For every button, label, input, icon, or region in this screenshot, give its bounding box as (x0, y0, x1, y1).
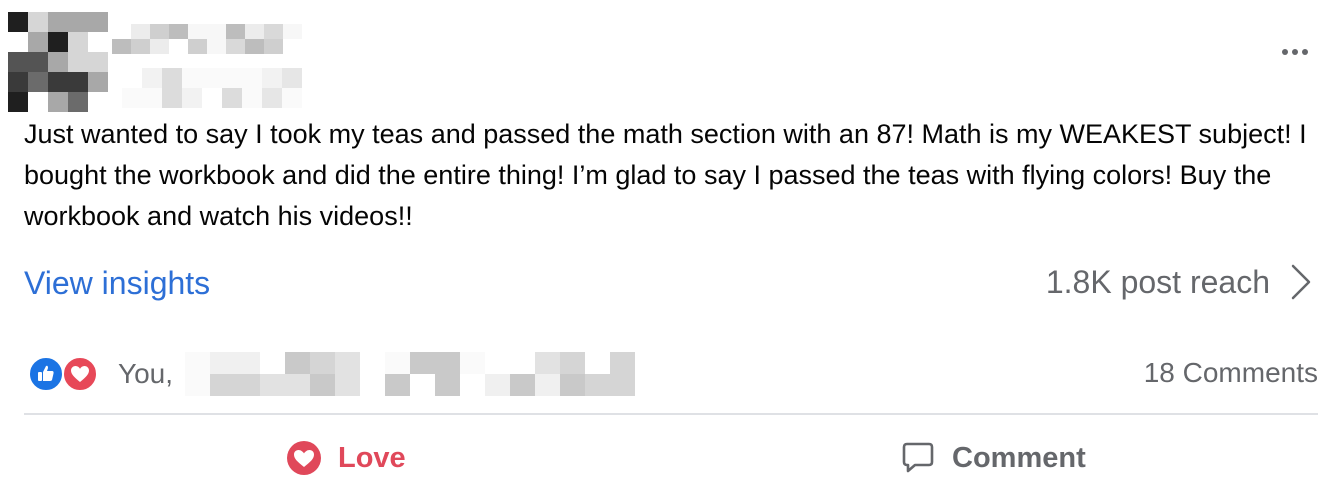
post-reach-button[interactable]: 1.8K post reach (1046, 262, 1312, 302)
love-icon (62, 356, 98, 392)
more-horizontal-icon (1282, 49, 1288, 55)
comment-bubble-icon (900, 440, 936, 476)
post-reach-label: 1.8K post reach (1045, 263, 1270, 300)
love-button-label: Love (338, 441, 406, 474)
reaction-icons (28, 354, 104, 394)
reaction-names-prefix: You, (118, 358, 174, 389)
view-insights-link[interactable]: View insights (24, 265, 210, 302)
comment-button-label: Comment (952, 441, 1086, 474)
post-text: Just wanted to say I took my teas and pa… (24, 119, 1307, 231)
divider (24, 413, 1318, 415)
comment-button[interactable]: Comment (900, 430, 1086, 486)
chevron-right-icon (1291, 264, 1311, 300)
like-icon (28, 356, 64, 392)
post-meta-blurred (122, 68, 302, 108)
author-avatar[interactable] (8, 12, 108, 112)
reaction-names-blurred (185, 352, 636, 396)
love-icon (286, 440, 322, 476)
more-options-button[interactable] (1282, 42, 1308, 62)
reactions-summary[interactable]: You, (28, 352, 636, 396)
love-button[interactable]: Love (286, 430, 406, 486)
author-name-blurred[interactable] (112, 24, 302, 54)
comments-count-link[interactable]: 18 Comments (1144, 357, 1318, 389)
